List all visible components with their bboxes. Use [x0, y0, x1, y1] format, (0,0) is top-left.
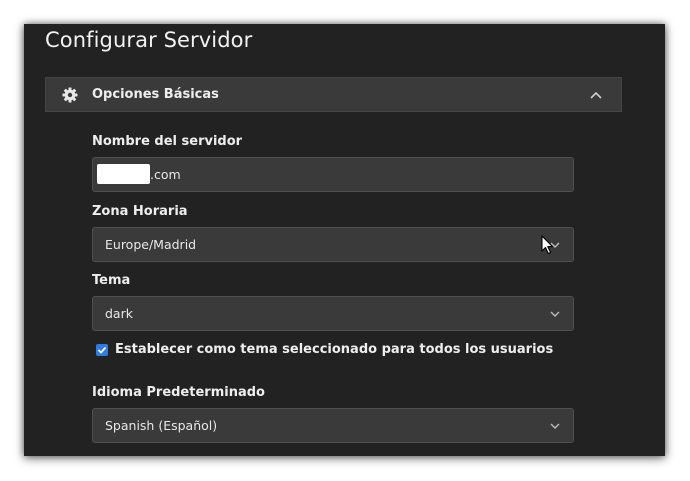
- settings-window: Configurar Servidor Opciones Básicas Nom…: [24, 24, 665, 456]
- chevron-up-icon[interactable]: [589, 89, 603, 101]
- language-label: Idioma Predeterminado: [92, 385, 265, 400]
- language-select[interactable]: Spanish (Español): [92, 408, 574, 443]
- checkmark-icon: [97, 346, 107, 354]
- theme-label: Tema: [92, 273, 131, 288]
- chevron-down-icon: [550, 311, 560, 317]
- timezone-value: Europe/Madrid: [105, 237, 197, 252]
- apply-theme-all-label[interactable]: Establecer como tema seleccionado para t…: [115, 342, 553, 357]
- section-basic-options-header[interactable]: Opciones Básicas: [45, 77, 622, 112]
- chevron-down-icon: [550, 423, 560, 429]
- gear-icon: [62, 87, 78, 103]
- mouse-cursor-icon: [541, 235, 554, 255]
- page-title: Configurar Servidor: [45, 28, 253, 52]
- theme-value: dark: [105, 306, 133, 321]
- section-basic-options-label: Opciones Básicas: [92, 87, 219, 102]
- timezone-label: Zona Horaria: [92, 204, 188, 219]
- language-value: Spanish (Español): [105, 418, 218, 433]
- server-name-label: Nombre del servidor: [92, 134, 243, 149]
- apply-theme-all-checkbox[interactable]: [96, 344, 108, 356]
- theme-select[interactable]: dark: [92, 296, 574, 331]
- server-name-value: .com: [150, 167, 181, 182]
- timezone-select[interactable]: Europe/Madrid: [92, 227, 574, 262]
- server-name-input[interactable]: .com: [92, 157, 574, 192]
- redaction-box: [97, 164, 150, 184]
